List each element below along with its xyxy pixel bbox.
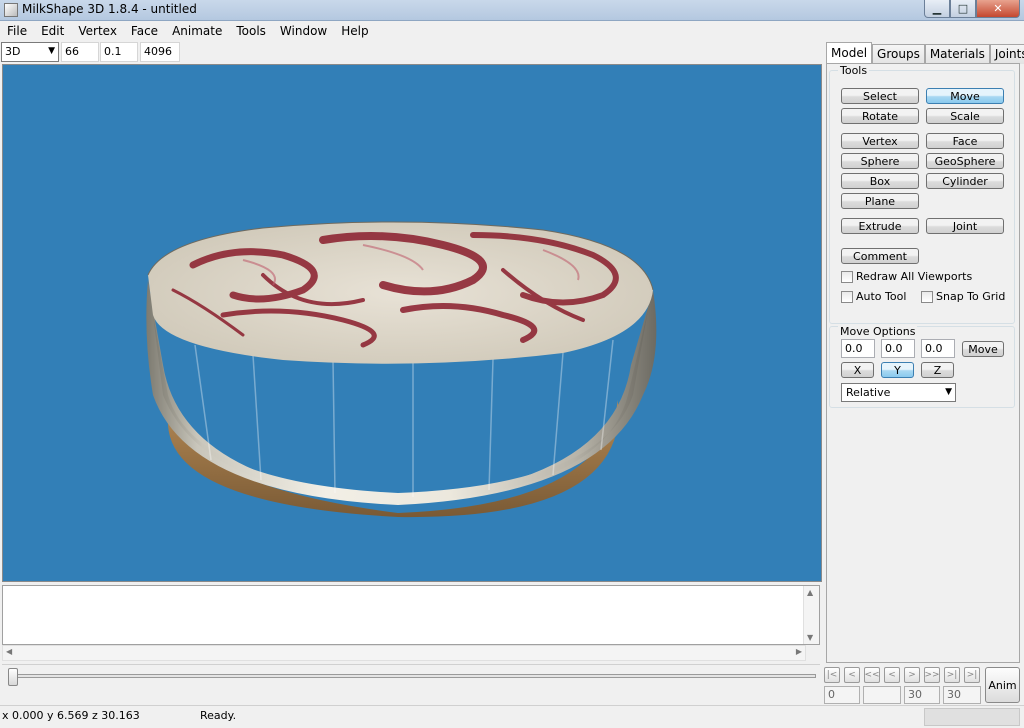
toolbar: 3D ▼ 66 0.1 4096: [0, 41, 824, 63]
panel-tabs: Model Groups Materials Joints: [826, 42, 1024, 64]
auto-tool-label: Auto Tool: [856, 290, 907, 303]
menu-face[interactable]: Face: [124, 21, 165, 41]
timeline-slider-thumb[interactable]: [8, 668, 18, 686]
log-horizontal-scrollbar[interactable]: ◀ ▶: [2, 645, 806, 661]
scale-button[interactable]: Scale: [926, 108, 1004, 124]
scroll-down-icon[interactable]: ▼: [807, 633, 813, 642]
menu-edit[interactable]: Edit: [34, 21, 71, 41]
coordinate-readout: x 0.000 y 6.569 z 30.163: [2, 709, 140, 722]
right-panel: Model Groups Materials Joints Tools Sele…: [824, 41, 1024, 663]
model-tab-content: Tools Select Move Rotate Scale Vertex Fa…: [826, 63, 1020, 663]
next-frame-button[interactable]: >: [904, 667, 920, 683]
current-frame-field[interactable]: 0: [824, 686, 860, 704]
redraw-all-viewports-checkbox[interactable]: Redraw All Viewports: [841, 270, 972, 283]
move-mode-value: Relative: [846, 386, 891, 399]
move-x-field[interactable]: 0.0: [841, 339, 875, 358]
apply-move-button[interactable]: Move: [962, 341, 1004, 357]
timeline: [2, 664, 820, 704]
fast-forward-button[interactable]: >>: [924, 667, 940, 683]
checkbox-box[interactable]: [921, 290, 933, 303]
toolbar-field-3[interactable]: 4096: [140, 42, 180, 62]
scroll-up-icon[interactable]: ▲: [807, 588, 813, 597]
tools-group: Tools Select Move Rotate Scale Vertex Fa…: [829, 64, 1015, 324]
menu-animate[interactable]: Animate: [165, 21, 229, 41]
end-frame-field[interactable]: 30: [904, 686, 940, 704]
status-message: Ready.: [200, 709, 237, 722]
next-key-button[interactable]: >|: [944, 667, 960, 683]
minimize-button[interactable]: ▁: [924, 0, 950, 18]
first-frame-button[interactable]: |<: [824, 667, 840, 683]
move-z-field[interactable]: 0.0: [921, 339, 955, 358]
rotate-button[interactable]: Rotate: [841, 108, 919, 124]
anim-button[interactable]: Anim: [985, 667, 1020, 703]
menu-help[interactable]: Help: [334, 21, 375, 41]
move-y-field[interactable]: 0.0: [881, 339, 915, 358]
view-mode-select[interactable]: 3D ▼: [1, 42, 59, 62]
sphere-button[interactable]: Sphere: [841, 153, 919, 169]
move-mode-select[interactable]: Relative ▼: [841, 383, 956, 402]
toolbar-field-1[interactable]: 66: [61, 42, 99, 62]
redraw-all-viewports-label: Redraw All Viewports: [856, 270, 973, 283]
frame-blank-field[interactable]: [863, 686, 901, 704]
menu-vertex[interactable]: Vertex: [71, 21, 124, 41]
animation-controls: |< < << < > >> >| >| 0 30 30: [824, 665, 984, 705]
3d-viewport[interactable]: [2, 64, 822, 582]
chevron-down-icon: ▼: [48, 46, 55, 56]
snap-to-grid-label: Snap To Grid: [936, 290, 1006, 303]
total-frames-field[interactable]: 30: [943, 686, 981, 704]
menu-bar: File Edit Vertex Face Animate Tools Wind…: [0, 21, 1024, 41]
axis-x-toggle[interactable]: X: [841, 362, 874, 378]
menu-file[interactable]: File: [0, 21, 34, 41]
window-controls: ▁ □ ✕: [924, 0, 1020, 18]
cheesecake-model: [146, 221, 657, 518]
tab-materials[interactable]: Materials: [924, 44, 990, 64]
prev-frame-button[interactable]: <: [884, 667, 900, 683]
select-button[interactable]: Select: [841, 88, 919, 104]
axis-y-toggle[interactable]: Y: [881, 362, 914, 378]
geosphere-button[interactable]: GeoSphere: [926, 153, 1004, 169]
view-mode-value: 3D: [5, 45, 21, 58]
axis-z-toggle[interactable]: Z: [921, 362, 954, 378]
checkbox-box[interactable]: [841, 270, 853, 283]
comment-button[interactable]: Comment: [841, 248, 919, 264]
checkbox-box[interactable]: [841, 290, 853, 303]
log-vertical-scrollbar[interactable]: ▲ ▼: [803, 586, 819, 644]
move-options-title: Move Options: [838, 325, 918, 338]
auto-tool-checkbox[interactable]: Auto Tool: [841, 290, 906, 303]
last-frame-button[interactable]: >|: [964, 667, 980, 683]
joint-button[interactable]: Joint: [926, 218, 1004, 234]
status-bar: x 0.000 y 6.569 z 30.163 Ready.: [0, 705, 1024, 728]
prev-key-button[interactable]: <: [844, 667, 860, 683]
tab-model[interactable]: Model: [826, 42, 873, 64]
scroll-right-icon[interactable]: ▶: [796, 647, 802, 656]
snap-to-grid-checkbox[interactable]: Snap To Grid: [921, 290, 1005, 303]
log-output[interactable]: ▲ ▼: [2, 585, 820, 645]
extrude-button[interactable]: Extrude: [841, 218, 919, 234]
toolbar-field-2[interactable]: 0.1: [100, 42, 138, 62]
scroll-left-icon[interactable]: ◀: [6, 647, 12, 656]
tab-joints[interactable]: Joints: [989, 44, 1024, 64]
tools-group-title: Tools: [838, 64, 870, 77]
window-title: MilkShape 3D 1.8.4 - untitled: [22, 2, 197, 16]
cylinder-button[interactable]: Cylinder: [926, 173, 1004, 189]
menu-window[interactable]: Window: [273, 21, 334, 41]
plane-button[interactable]: Plane: [841, 193, 919, 209]
chevron-down-icon: ▼: [945, 387, 952, 397]
move-options-group: Move Options 0.0 0.0 0.0 Move X Y Z Rela…: [829, 325, 1015, 408]
title-bar: MilkShape 3D 1.8.4 - untitled ▁ □ ✕: [0, 0, 1024, 21]
timeline-track[interactable]: [10, 674, 816, 678]
vertex-button[interactable]: Vertex: [841, 133, 919, 149]
move-tool-button[interactable]: Move: [926, 88, 1004, 104]
status-progress-box: [924, 708, 1020, 726]
face-button[interactable]: Face: [926, 133, 1004, 149]
close-button[interactable]: ✕: [976, 0, 1020, 18]
app-icon: [4, 3, 18, 17]
box-button[interactable]: Box: [841, 173, 919, 189]
maximize-button[interactable]: □: [950, 0, 976, 18]
menu-tools[interactable]: Tools: [229, 21, 273, 41]
tab-groups[interactable]: Groups: [872, 44, 925, 64]
rewind-button[interactable]: <<: [864, 667, 880, 683]
